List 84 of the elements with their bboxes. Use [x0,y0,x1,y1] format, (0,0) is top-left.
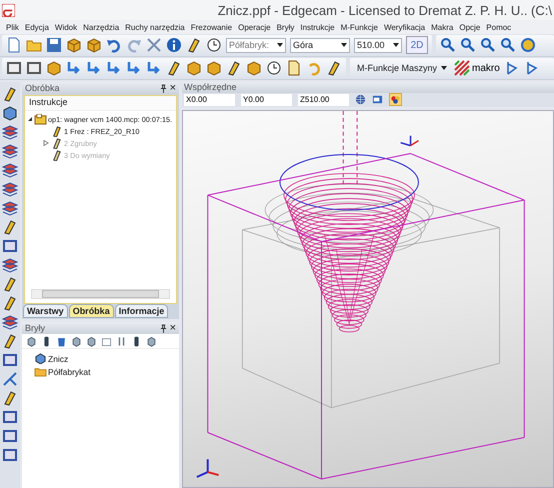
new-file-icon[interactable] [6,37,22,53]
window-icon[interactable] [26,60,42,76]
panel-tab[interactable]: Warstwy [23,304,68,318]
window-icon[interactable] [6,60,22,76]
caret-icon [341,43,347,47]
menu-item[interactable]: Weryfikacja [384,22,426,32]
zoom-icon[interactable] [500,37,516,53]
axis-triad-icon [400,135,419,146]
layers-icon[interactable] [2,257,18,273]
cube-icon[interactable] [66,37,82,53]
caret-icon [277,43,283,47]
menu-item[interactable]: Frezowanie [190,22,232,32]
cube-icon[interactable] [186,60,202,76]
operation-icon [34,114,47,124]
window-icon[interactable] [2,447,18,463]
close-button[interactable]: × [170,323,176,333]
view-dropdown[interactable]: Góra [290,38,350,52]
menu-item[interactable]: M-Funkcje [340,22,378,32]
cube-icon[interactable] [2,105,18,121]
menu-item[interactable]: Edycja [24,22,49,32]
expander-icon[interactable] [27,116,33,122]
layers-icon[interactable] [2,124,18,140]
panel-tab[interactable]: Obróbka [68,304,114,318]
layers-icon[interactable] [2,200,18,216]
column-header: Instrukcje [25,96,176,111]
color-icon[interactable] [389,93,402,106]
window-title: Znicz.ppf - Edgecam - Licensed to Dremat Z. P. H. U.. (C:\ [218,2,552,18]
panel-tab[interactable]: Informacje [114,304,168,318]
cube-icon[interactable] [206,60,222,76]
machine-functions-dropdown[interactable]: M-Funkcje Maszyny [354,60,450,76]
menu-item[interactable]: Plik [6,22,19,32]
menu-item[interactable]: Operacje [238,22,271,32]
menu-item[interactable]: Instrukcje [300,22,335,32]
window-icon[interactable] [2,352,18,368]
menu-item[interactable]: Opcje [459,22,480,32]
2d-button[interactable]: 2D [406,36,428,54]
window-icon[interactable] [372,94,383,106]
cube-icon[interactable] [246,60,262,76]
info-icon[interactable] [166,37,182,53]
zoom-icon[interactable] [460,37,476,53]
height-dropdown[interactable]: 510.00 [354,38,402,52]
tree-item[interactable]: Znicz [48,354,68,364]
macro-button[interactable]: makro [454,60,500,76]
cross-icon[interactable] [146,37,162,53]
pin-icon[interactable] [160,84,167,92]
layers-icon[interactable] [2,314,18,330]
layers-icon[interactable] [2,162,18,178]
menu-item[interactable]: Bryły [276,22,294,32]
cube-icon[interactable] [86,37,102,53]
folder-icon [34,366,47,377]
caret-icon [393,43,399,47]
axis-triad-icon [196,458,219,478]
menu-item[interactable]: Narzędzia [83,22,120,32]
z-coordinate-field[interactable]: Z510.00 [298,94,349,106]
window-icon[interactable] [2,238,18,254]
y-coordinate-field[interactable]: Y0.00 [241,94,292,106]
x-coordinate-field[interactable]: X0.00 [184,94,235,106]
zoom-icon[interactable] [480,37,496,53]
cube-icon[interactable] [46,60,62,76]
menu-item[interactable]: Ruchy narzędzia [125,22,185,32]
menu-item[interactable]: Widok [54,22,78,32]
close-button[interactable]: × [170,83,176,93]
panel-title: Bryły [25,323,45,333]
hatch-icon [454,60,470,76]
new-file-icon[interactable] [286,60,302,76]
window-icon[interactable] [101,336,112,346]
caret-icon [441,66,447,70]
stock-dropdown[interactable]: Półfabryk: [226,38,286,52]
menu-item[interactable]: Pomoc [486,22,512,32]
pin-icon[interactable] [160,324,167,332]
tree-item[interactable]: Półfabrykat [48,366,91,376]
zoom-icon[interactable] [440,37,456,53]
clock-icon[interactable] [266,60,282,76]
window-icon[interactable] [2,409,18,425]
panel-title: Obróbka [25,83,60,93]
layers-icon[interactable] [2,143,18,159]
window-icon[interactable] [2,428,18,444]
horizontal-scrollbar[interactable] [31,289,170,299]
solid-icon [34,353,47,364]
menu-item[interactable]: Makra [431,22,454,32]
clock-icon[interactable] [206,37,222,53]
globe-icon[interactable] [355,94,366,106]
layers-icon[interactable] [2,181,18,197]
panel-title: Współrzędne [184,82,237,92]
